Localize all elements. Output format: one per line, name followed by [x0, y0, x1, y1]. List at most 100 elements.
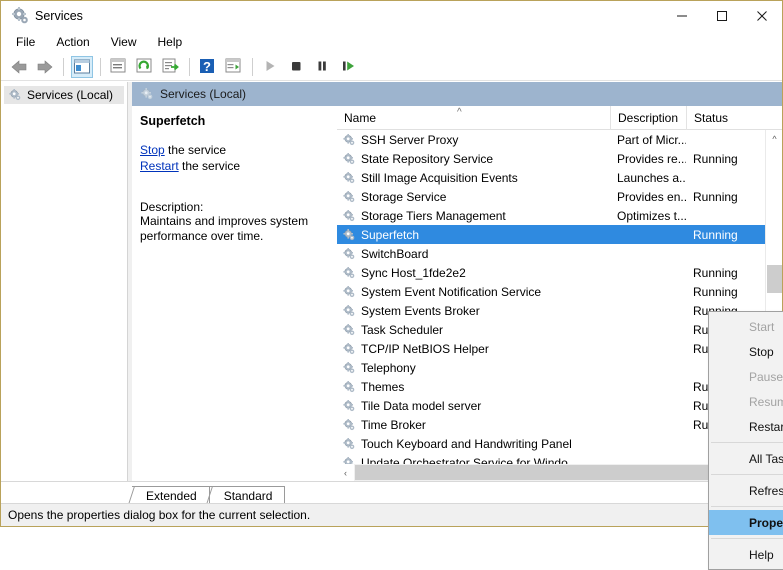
cell-description: Provides en...: [617, 189, 686, 204]
tab-extended[interactable]: Extended: [128, 486, 210, 504]
vertical-scroll-thumb[interactable]: [767, 265, 782, 293]
show-hide-console-tree-icon[interactable]: [71, 55, 93, 78]
services-gear-icon: [342, 266, 356, 280]
console-tree-pane: Services (Local): [1, 82, 128, 481]
menu-item-properties[interactable]: Properties: [709, 510, 783, 535]
tree-item-label: Services (Local): [27, 88, 114, 102]
restart-service-icon[interactable]: [338, 56, 360, 78]
table-row[interactable]: Superfetch Running: [337, 225, 782, 244]
services-gear-icon: [342, 285, 356, 299]
table-row[interactable]: SwitchBoard: [337, 244, 782, 263]
sort-ascending-icon: ^: [457, 107, 462, 118]
table-row[interactable]: State Repository Service Provides re... Ru…: [337, 149, 782, 168]
restart-service-action: Restart the service: [140, 158, 326, 174]
table-row[interactable]: SSH Server Proxy Part of Micr...: [337, 130, 782, 149]
show-action-pane-icon[interactable]: [223, 56, 245, 78]
service-name-label: Storage Service: [361, 189, 447, 204]
menu-item-stop[interactable]: Stop: [709, 339, 783, 364]
toolbar: ?: [1, 53, 782, 81]
menu-item-help[interactable]: Help: [709, 542, 783, 567]
content-area: Services (Local) Services (Local) Superf…: [1, 82, 783, 570]
context-menu: Start Stop Pause Resume Restart All Tasks› Ref…: [708, 311, 783, 570]
menu-bar: File Action View Help: [1, 31, 782, 53]
table-row[interactable]: Storage Service Provides en... Running: [337, 187, 782, 206]
services-gear-icon: [342, 304, 356, 318]
cell-name: Themes: [337, 380, 610, 394]
menu-item-label: Help: [749, 547, 774, 562]
menu-separator: [711, 442, 783, 443]
service-name-label: System Events Broker: [361, 303, 480, 318]
close-icon[interactable]: [742, 1, 782, 31]
column-header-description[interactable]: Description: [610, 106, 686, 130]
description-text: Maintains and improves system performanc…: [140, 214, 309, 243]
help-icon[interactable]: ?: [197, 56, 219, 78]
cell-status: Running: [693, 227, 738, 242]
table-row[interactable]: Storage Tiers Management Optimizes t...: [337, 206, 782, 225]
status-bar-text: Opens the properties dialog box for the …: [8, 508, 311, 522]
menu-item-refresh[interactable]: Refresh: [709, 478, 783, 503]
menu-view[interactable]: View: [102, 33, 146, 51]
service-name-label: Still Image Acquisition Events: [361, 170, 518, 185]
maximize-icon[interactable]: [702, 1, 742, 31]
cell-name: Still Image Acquisition Events: [337, 171, 610, 185]
menu-help[interactable]: Help: [149, 33, 192, 51]
horizontal-scroll-thumb[interactable]: [355, 465, 765, 480]
table-row[interactable]: Sync Host_1fde2e2 Running: [337, 263, 782, 282]
scroll-up-icon[interactable]: ^: [766, 130, 782, 147]
forward-icon[interactable]: [34, 56, 56, 78]
services-gear-icon: [8, 88, 22, 102]
view-tabs: Extended Standard: [1, 481, 782, 504]
export-list-icon[interactable]: [160, 56, 182, 78]
menu-item-label: Properties: [749, 515, 783, 530]
start-service-icon[interactable]: [260, 56, 282, 78]
service-name-label: State Repository Service: [361, 151, 494, 166]
column-header-status[interactable]: Status: [686, 106, 754, 130]
menu-item-start: Start: [709, 314, 783, 339]
service-name-label: Task Scheduler: [361, 322, 444, 337]
minimize-icon[interactable]: [662, 1, 702, 31]
menu-item-restart[interactable]: Restart: [709, 414, 783, 439]
service-name-label: Superfetch: [361, 227, 420, 242]
cell-name: Task Scheduler: [337, 323, 610, 337]
stop-service-link[interactable]: Stop: [140, 143, 165, 157]
stop-service-icon[interactable]: [286, 56, 308, 78]
services-gear-icon: [342, 399, 356, 413]
services-gear-icon: [342, 380, 356, 394]
tree-item-services-local[interactable]: Services (Local): [4, 86, 124, 104]
services-gear-icon: [342, 342, 356, 356]
services-gear-icon: [342, 190, 356, 204]
menu-item-all-tasks[interactable]: All Tasks›: [709, 446, 783, 471]
properties-icon[interactable]: [108, 56, 130, 78]
service-name-label: SSH Server Proxy: [361, 132, 459, 147]
menu-file[interactable]: File: [7, 33, 44, 51]
table-row[interactable]: System Event Notification Service Running: [337, 282, 782, 301]
services-gear-icon: [140, 87, 154, 101]
pause-service-icon[interactable]: [312, 56, 334, 78]
tab-extended-label: Extended: [146, 488, 197, 503]
restart-service-link[interactable]: Restart: [140, 159, 179, 173]
cell-name: Time Broker: [337, 418, 610, 432]
refresh-icon[interactable]: [134, 56, 156, 78]
stop-service-suffix: the service: [164, 143, 227, 157]
services-gear-icon: [342, 209, 356, 223]
toolbar-separator: [100, 57, 101, 76]
services-gear-icon: [342, 247, 356, 261]
cell-name: Storage Service: [337, 190, 610, 204]
service-detail-panel: Superfetch Stop the service Restart the …: [132, 106, 336, 481]
cell-name: State Repository Service: [337, 152, 610, 166]
window-controls: [662, 1, 782, 31]
menu-item-label: Pause: [749, 369, 783, 384]
back-icon[interactable]: [8, 56, 30, 78]
menu-action[interactable]: Action: [47, 33, 98, 51]
column-header-status-label: Status: [694, 111, 729, 125]
svg-text:?: ?: [203, 59, 211, 74]
column-header-name[interactable]: Name ^: [337, 106, 610, 130]
menu-separator: [711, 506, 783, 507]
scroll-left-icon[interactable]: ‹: [337, 464, 354, 481]
cell-name: Sync Host_1fde2e2: [337, 266, 610, 280]
tab-standard[interactable]: Standard: [205, 486, 286, 504]
column-header-name-label: Name: [344, 111, 377, 125]
menu-item-label: Restart: [749, 419, 783, 434]
menu-item-label: Stop: [749, 344, 774, 359]
table-row[interactable]: Still Image Acquisition Events Launches a…: [337, 168, 782, 187]
